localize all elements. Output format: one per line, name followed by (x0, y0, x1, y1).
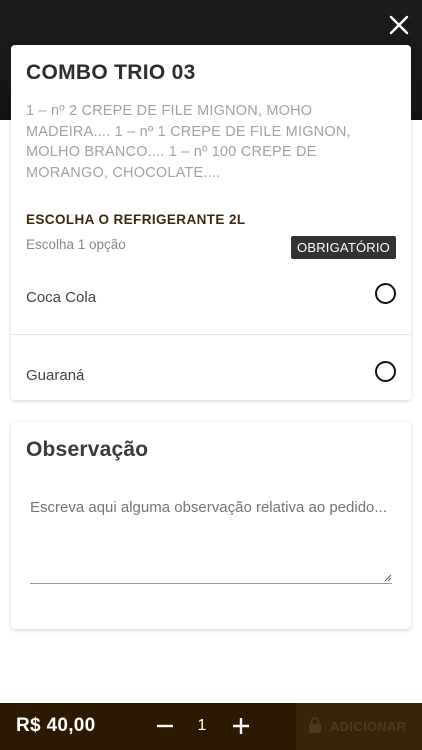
add-to-cart-button[interactable]: ADICIONAR (296, 703, 422, 750)
option-group-subtitle: Escolha 1 opção (26, 237, 126, 252)
minus-icon (157, 724, 173, 728)
observation-card: Observação (11, 422, 411, 629)
observation-textarea[interactable] (30, 498, 392, 584)
radio-button[interactable] (375, 361, 396, 382)
product-description: 1 – nº 2 CREPE DE FILE MIGNON, MOHO MADE… (26, 103, 351, 181)
product-card: COMBO TRIO 03 1 – nº 2 CREPE DE FILE MIG… (11, 45, 411, 400)
option-guarana[interactable]: Guaraná (11, 334, 411, 401)
option-group-title: ESCOLHA O REFRIGERANTE 2L (26, 212, 246, 227)
increase-quantity-button[interactable] (229, 714, 253, 738)
quantity-value: 1 (197, 717, 207, 734)
option-coca-cola[interactable]: Coca Cola (11, 267, 411, 334)
required-badge: OBRIGATÓRIO (291, 236, 396, 259)
close-button[interactable] (386, 12, 412, 38)
add-button-label: ADICIONAR (330, 719, 407, 734)
plus-icon (233, 718, 249, 734)
lock-icon (309, 717, 321, 733)
product-title: COMBO TRIO 03 (26, 61, 196, 84)
radio-button[interactable] (375, 283, 396, 304)
resize-grip-icon[interactable] (384, 574, 392, 582)
decrease-quantity-button[interactable] (153, 714, 177, 738)
footer-bar: R$ 40,00 1 ADICIONAR (0, 703, 422, 750)
observation-title: Observação (26, 438, 149, 461)
option-label: Coca Cola (26, 289, 97, 306)
total-price: R$ 40,00 (16, 715, 96, 736)
option-label: Guaraná (26, 367, 85, 384)
close-icon (389, 15, 409, 35)
